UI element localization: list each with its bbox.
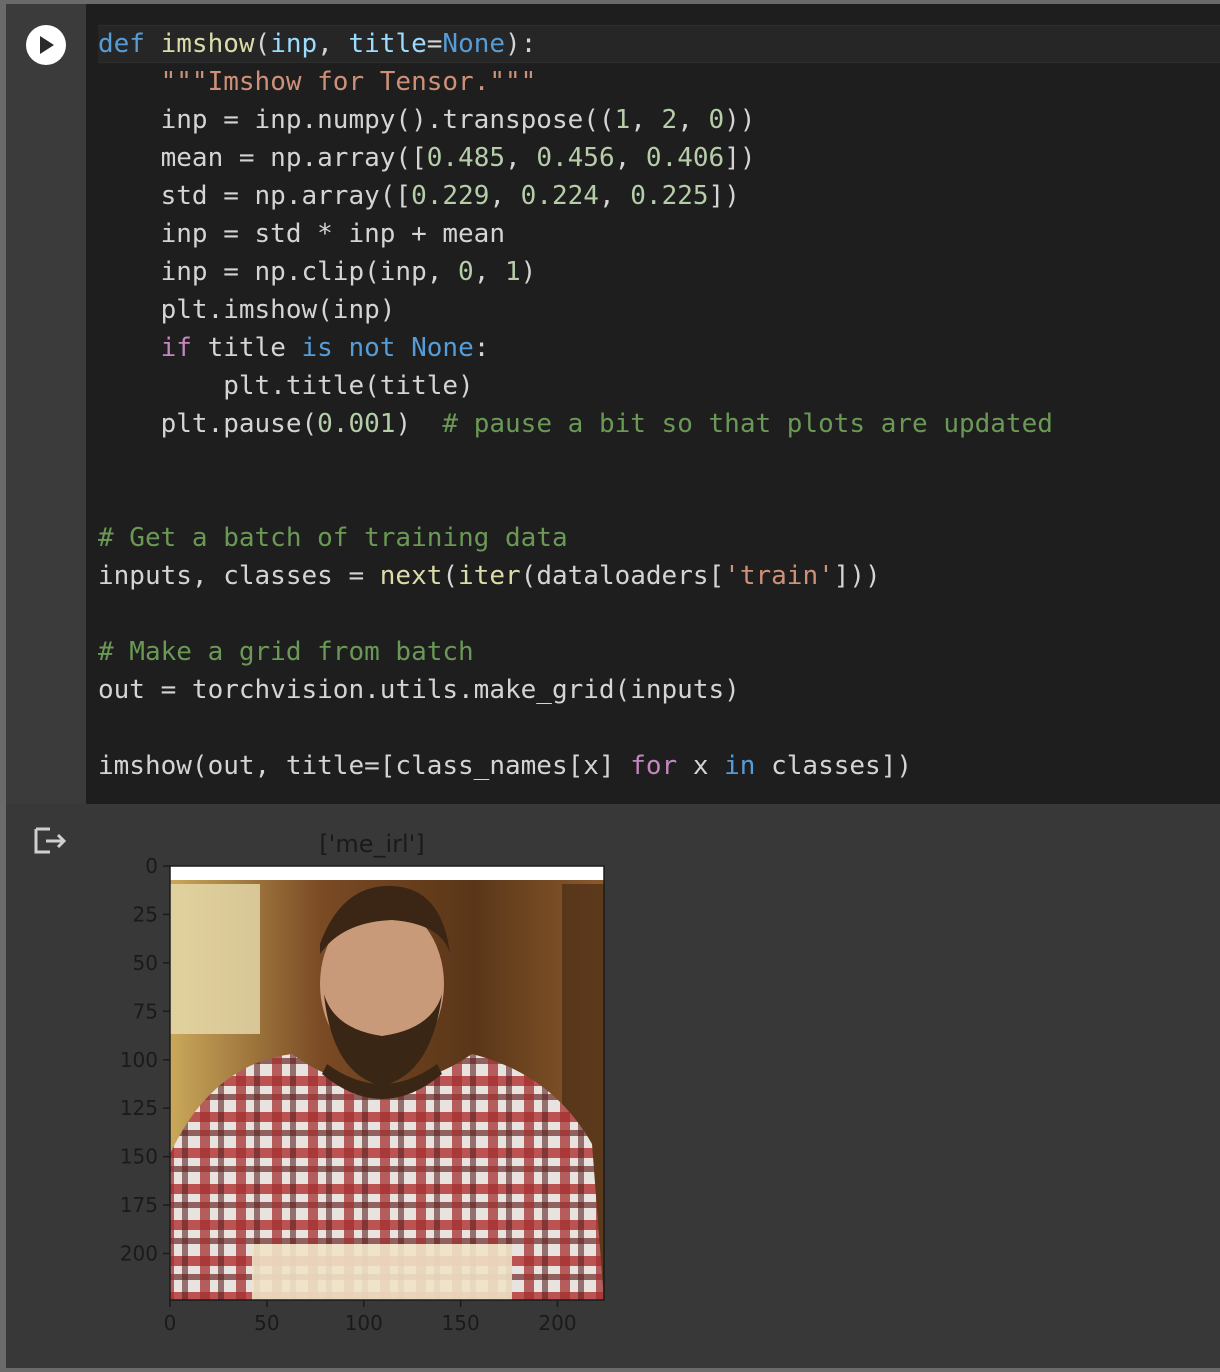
x-tick-label: 50 xyxy=(254,1311,279,1335)
plot-title: ['me_irl'] xyxy=(319,830,425,858)
y-tick-label: 100 xyxy=(120,1048,158,1072)
code-line: imshow(out, title=[class_names[x] for x … xyxy=(98,751,913,781)
figure-canvas: 0 25 50 75 100 125 150 175 200 0 50 100 150 200 xyxy=(120,854,605,1335)
y-tick-label: 150 xyxy=(120,1145,158,1169)
y-axis-ticks: 0255075100125150175200 xyxy=(120,854,170,1266)
x-tick-label: 200 xyxy=(538,1311,576,1335)
x-tick-label: 150 xyxy=(442,1311,480,1335)
code-line: out = torchvision.utils.make_grid(inputs… xyxy=(98,675,740,705)
y-tick-label: 25 xyxy=(133,902,158,926)
code-line: """Imshow for Tensor.""" xyxy=(160,67,537,97)
code-line: plt.pause(0.001) # pause a bit so that p… xyxy=(98,409,1053,439)
y-tick-label: 75 xyxy=(133,999,158,1023)
output-area: 0 25 50 75 100 125 150 175 200 0 50 100 150 200 ['me… xyxy=(6,804,1220,1368)
photo-bearded-man-plaid-shirt xyxy=(170,880,604,1300)
code-line: std = np.array([0.229, 0.224, 0.225]) xyxy=(98,181,740,211)
code-line: # Get a batch of training data xyxy=(98,523,568,553)
code-text[interactable]: def imshow(inp, title=None): """Imshow f… xyxy=(98,25,1053,785)
cell-gutter xyxy=(6,4,86,804)
x-tick-label: 0 xyxy=(164,1311,177,1335)
code-line: inp = std * inp + mean xyxy=(98,219,505,249)
code-line: inp = np.clip(inp, 0, 1) xyxy=(98,257,537,287)
play-icon xyxy=(40,36,54,54)
code-editor[interactable]: def imshow(inp, title=None): """Imshow f… xyxy=(86,4,1220,804)
output-redirect-icon[interactable] xyxy=(30,826,70,856)
matplotlib-figure: 0 25 50 75 100 125 150 175 200 0 50 100 150 200 ['me… xyxy=(92,824,652,1364)
x-axis-ticks: 0 50 100 150 200 xyxy=(164,1300,577,1335)
code-cell: def imshow(inp, title=None): """Imshow f… xyxy=(6,4,1220,804)
code-line: inputs, classes = next(iter(dataloaders[… xyxy=(98,561,881,591)
x-tick-label: 100 xyxy=(345,1311,383,1335)
y-tick-label: 200 xyxy=(120,1242,158,1266)
code-line: # Make a grid from batch xyxy=(98,637,474,667)
code-line: plt.title(title) xyxy=(98,371,474,401)
y-tick-label: 125 xyxy=(120,1096,158,1120)
code-line: inp = inp.numpy().transpose((1, 2, 0)) xyxy=(98,105,756,135)
code-line: def imshow(inp, title=None): xyxy=(98,29,537,59)
y-tick-label: 175 xyxy=(120,1193,158,1217)
code-line: mean = np.array([0.485, 0.456, 0.406]) xyxy=(98,143,756,173)
code-line: if title is not None: xyxy=(160,333,490,363)
run-cell-button[interactable] xyxy=(26,25,66,65)
y-tick-label: 50 xyxy=(133,951,158,975)
code-line: plt.imshow(inp) xyxy=(98,295,396,325)
